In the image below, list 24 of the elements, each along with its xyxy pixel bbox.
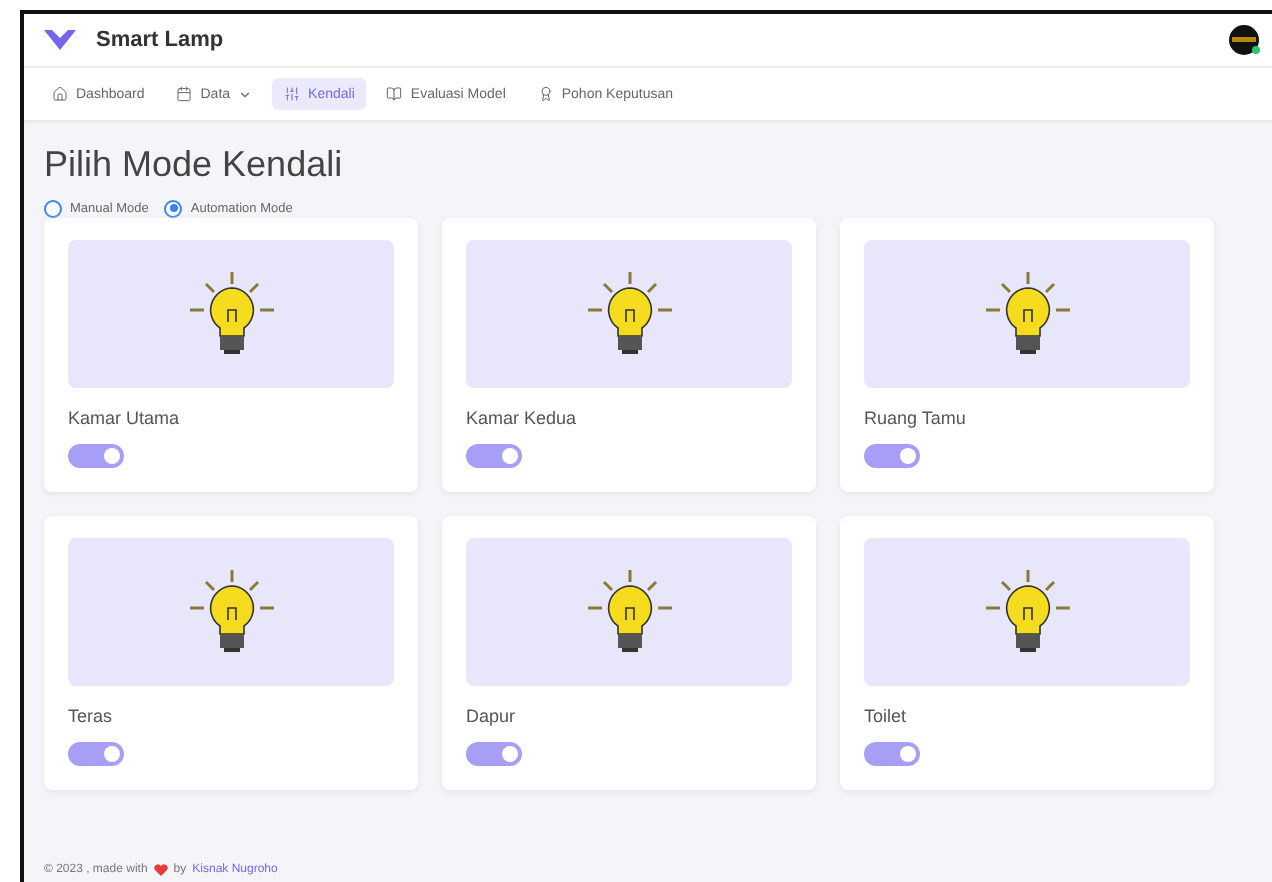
- lamp-name: Toilet: [864, 706, 909, 726]
- toggle-switch[interactable]: [466, 444, 522, 468]
- app-title: Smart Lamp: [96, 28, 226, 52]
- nav-icon: [386, 86, 403, 102]
- radio-button[interactable]: [164, 199, 183, 217]
- toggle-switch[interactable]: [864, 742, 920, 766]
- lamp-name: Teras: [68, 706, 115, 726]
- toggle-switch[interactable]: [466, 742, 522, 766]
- lamp-name: Kamar Kedua: [466, 408, 579, 428]
- nav-icon: [284, 86, 301, 102]
- logo-icon: [44, 28, 76, 52]
- lamp-name: Dapur: [466, 706, 518, 726]
- radio-button[interactable]: [44, 199, 62, 217]
- nav-icon: [176, 86, 193, 102]
- nav-icon: [52, 86, 68, 102]
- toggle-switch[interactable]: [68, 444, 124, 468]
- page-title: Pilih Mode Kendali: [44, 144, 345, 186]
- avatar-icon[interactable]: [1228, 24, 1260, 56]
- nav-icon: [537, 86, 554, 102]
- lamp-name: Kamar Utama: [68, 408, 182, 428]
- heart-icon: [153, 864, 168, 876]
- toggle-switch[interactable]: [68, 742, 124, 766]
- toggle-switch[interactable]: [864, 444, 920, 468]
- lamp-name: Ruang Tamu: [864, 408, 968, 428]
